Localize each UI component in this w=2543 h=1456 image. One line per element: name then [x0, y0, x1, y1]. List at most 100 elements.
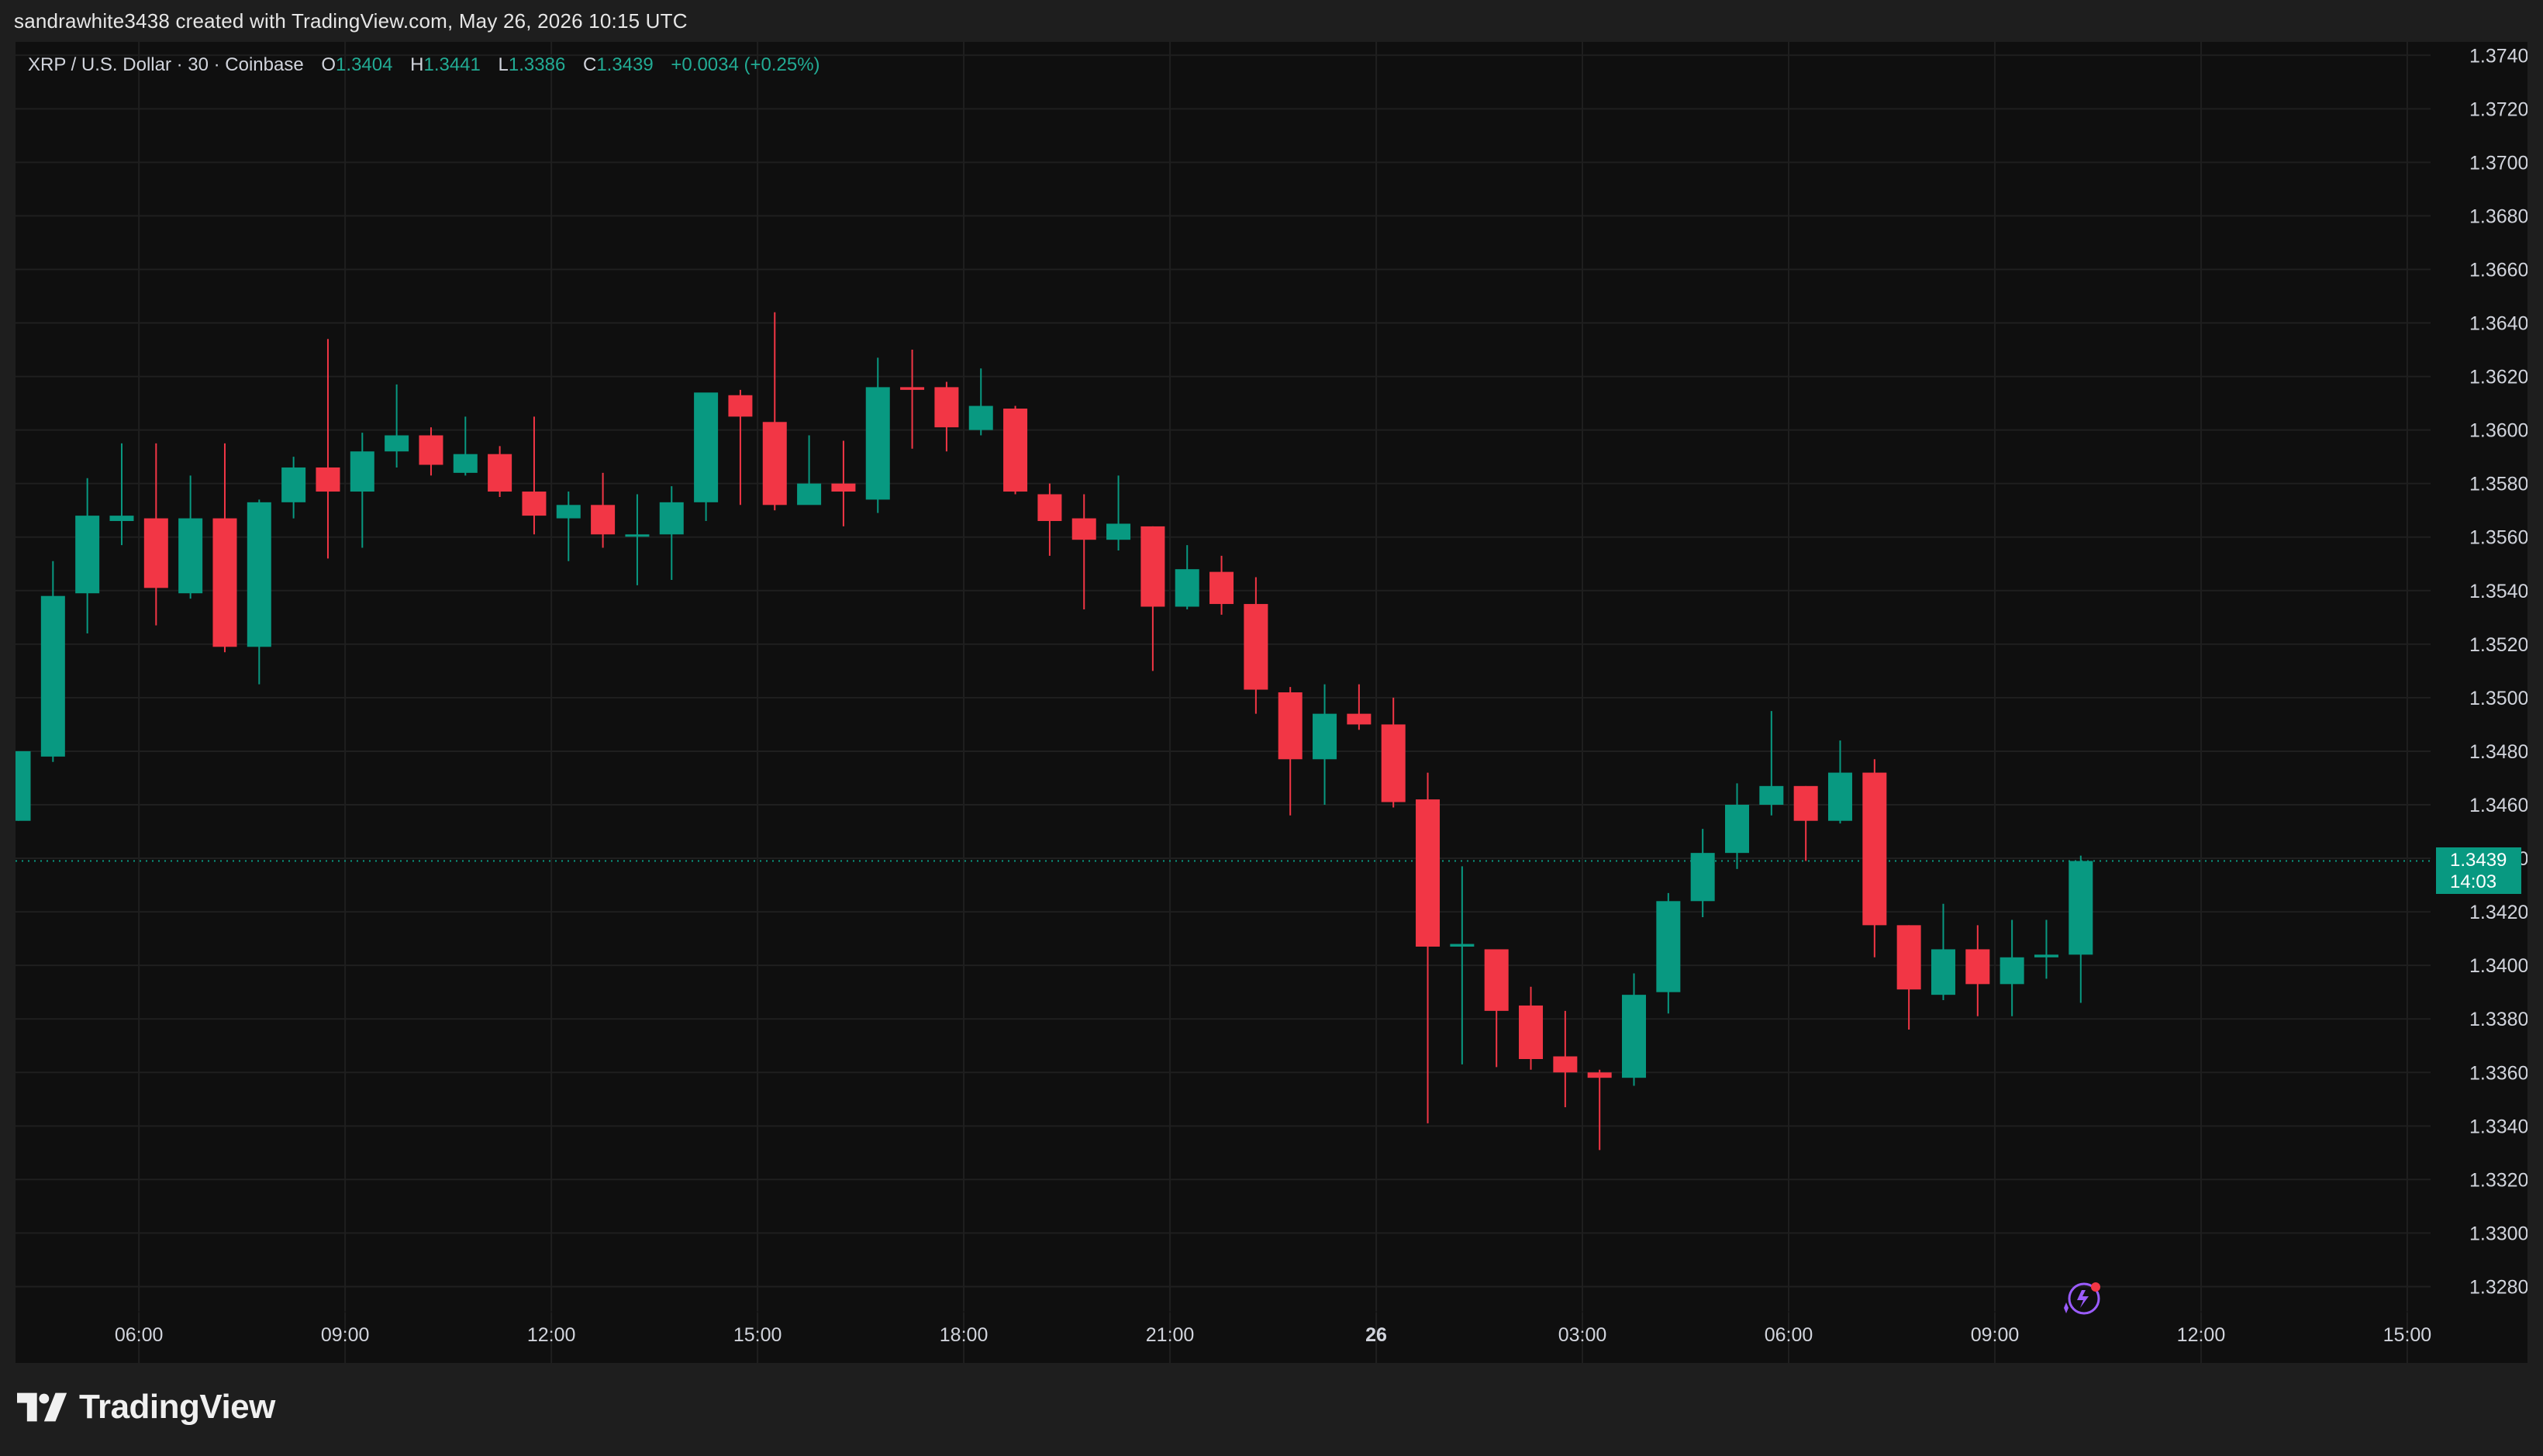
candle[interactable] [1037, 483, 1062, 556]
candle[interactable] [247, 499, 271, 685]
candle-body [1896, 925, 1921, 990]
candle-body [2034, 954, 2058, 957]
candle[interactable] [1071, 494, 1096, 609]
candle[interactable] [1931, 903, 1955, 1001]
candle[interactable] [75, 478, 100, 634]
time-tick-label: 12:00 [2177, 1324, 2226, 1346]
candle-body [1347, 713, 1372, 725]
candle[interactable] [350, 433, 374, 548]
price-tick-label: 1.3460 [2469, 795, 2527, 816]
candle[interactable] [1965, 925, 1990, 1016]
candle[interactable] [556, 492, 581, 561]
time-tick-label: 09:00 [1971, 1324, 2020, 1346]
candle[interactable] [1278, 687, 1303, 816]
candle[interactable] [1003, 405, 1028, 495]
candle-body [1587, 1072, 1612, 1078]
time-tick-label: 12:00 [527, 1324, 576, 1346]
candle[interactable] [16, 750, 31, 821]
candle-body [1484, 949, 1509, 1011]
candle[interactable] [488, 446, 512, 497]
candle[interactable] [1690, 829, 1715, 918]
candle[interactable] [419, 427, 443, 476]
candle-body [865, 387, 890, 500]
candle[interactable] [625, 494, 650, 585]
price-tick-label: 1.3400 [2469, 955, 2527, 977]
candle[interactable] [1244, 577, 1268, 714]
candle[interactable] [1553, 1010, 1578, 1108]
candle[interactable] [762, 312, 787, 511]
chart-pane[interactable]: 1.3280 1.3300 1.3320 1.3340 1.3360 1.3380 1.34… [16, 42, 2527, 1363]
bar-countdown: 14:03 [2450, 871, 2497, 892]
candle[interactable] [1622, 973, 1647, 1086]
candle-body [1037, 494, 1062, 522]
candle-body [1862, 772, 1887, 926]
candle[interactable] [968, 368, 993, 436]
candle[interactable] [2034, 919, 2058, 979]
price-tick-label: 1.3500 [2469, 688, 2527, 709]
legend-open-label: O [321, 54, 336, 75]
price-tick-label: 1.3320 [2469, 1169, 2527, 1191]
candle-body [419, 435, 443, 465]
candle-body [143, 518, 168, 588]
time-tick-label: 26 [1365, 1324, 1387, 1346]
candle[interactable] [1656, 892, 1681, 1014]
legend-symbol[interactable]: XRP / U.S. Dollar · 30 · Coinbase [28, 54, 304, 75]
candle-body [1209, 571, 1234, 605]
legend-high-label: H [410, 54, 424, 75]
candle[interactable] [2069, 855, 2093, 1003]
candle[interactable] [1725, 783, 1749, 869]
candle[interactable] [1313, 684, 1337, 805]
candle-body [1827, 772, 1852, 821]
candle-body [1519, 1005, 1544, 1059]
candle[interactable] [522, 416, 547, 535]
candle-body [1003, 409, 1028, 492]
candle[interactable] [1896, 925, 1921, 1030]
candle[interactable] [1827, 740, 1852, 824]
legend-low-label: L [498, 54, 509, 75]
candle-body [1278, 692, 1303, 760]
candle-body [1965, 949, 1990, 985]
candle[interactable] [1381, 697, 1406, 808]
candle[interactable] [934, 381, 959, 452]
candle[interactable] [694, 392, 719, 522]
candle[interactable] [1793, 785, 1818, 861]
candle[interactable] [109, 443, 134, 546]
candle[interactable] [1519, 986, 1544, 1070]
candle-body [1553, 1056, 1578, 1073]
candle[interactable] [1484, 949, 1509, 1068]
candle-body [2000, 957, 2024, 985]
candle-body [385, 435, 409, 452]
candle-body [1175, 569, 1199, 607]
candle[interactable] [831, 440, 856, 526]
candle[interactable] [316, 339, 340, 559]
candle[interactable] [1209, 555, 1234, 615]
candle[interactable] [385, 384, 409, 468]
candle[interactable] [1175, 545, 1199, 609]
price-tick-label: 1.3540 [2469, 581, 2527, 602]
tradingview-logo[interactable]: TradingView [17, 1388, 275, 1427]
candlestick-chart[interactable]: 1.3280 1.3300 1.3320 1.3340 1.3360 1.3380 1.34… [16, 42, 2527, 1363]
candle[interactable] [1587, 1069, 1612, 1151]
candle[interactable] [900, 350, 925, 449]
candle[interactable] [1759, 711, 1784, 816]
candle[interactable] [865, 357, 890, 513]
candle-body [797, 483, 822, 505]
price-tick-label: 1.3520 [2469, 634, 2527, 656]
candle[interactable] [281, 457, 306, 519]
candle[interactable] [728, 389, 753, 505]
candle[interactable] [212, 443, 237, 653]
candle[interactable] [659, 486, 684, 580]
price-tick-label: 1.3340 [2469, 1116, 2527, 1137]
candle[interactable] [1347, 684, 1372, 730]
candle[interactable] [178, 475, 203, 599]
candle[interactable] [1140, 526, 1165, 671]
candle[interactable] [143, 443, 168, 626]
candle[interactable] [1416, 772, 1441, 1123]
candle[interactable] [2000, 919, 2024, 1016]
candle[interactable] [453, 416, 478, 476]
candle[interactable] [1862, 759, 1887, 957]
candle[interactable] [797, 435, 822, 505]
candle-body [968, 405, 993, 430]
legend-high-value: 1.3441 [423, 54, 481, 75]
candle[interactable] [1106, 475, 1131, 550]
